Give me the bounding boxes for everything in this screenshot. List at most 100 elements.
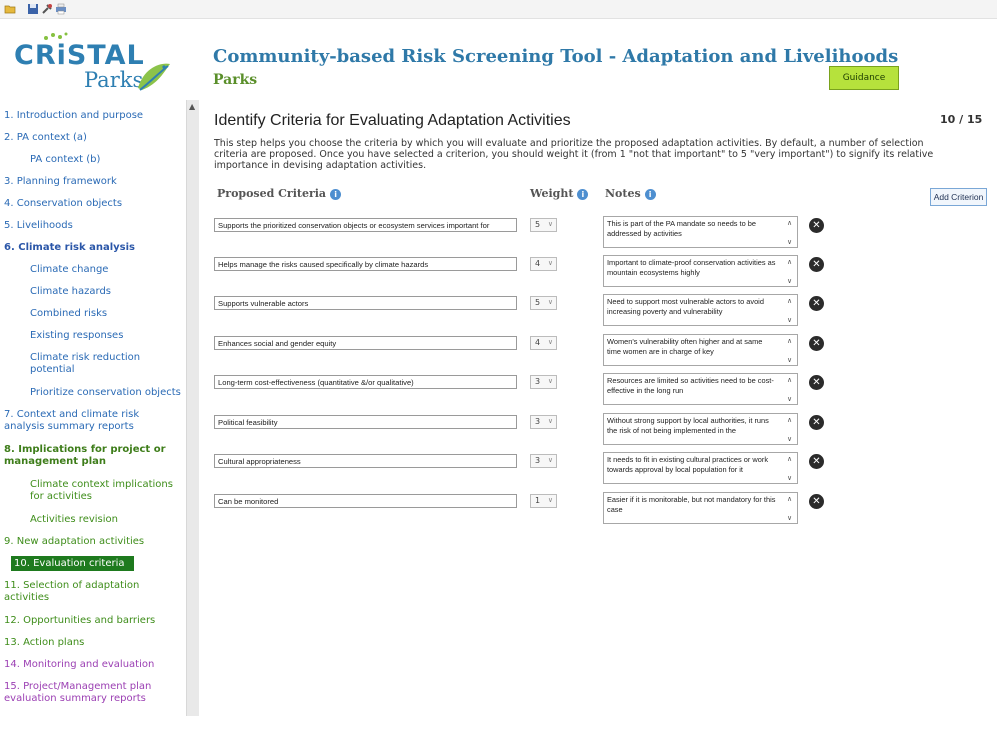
scroll-down-icon[interactable]: ∨ (787, 514, 792, 522)
scroll-down-icon[interactable]: ∨ (787, 238, 792, 246)
criterion-input[interactable]: Political feasibility (214, 415, 517, 429)
sidebar-item-implications[interactable]: 8. Implications for project or managemen… (4, 444, 169, 468)
sidebar-item-climate-change[interactable]: Climate change (30, 264, 108, 276)
weight-select[interactable]: 5 ∨ (530, 218, 557, 232)
scroll-down-icon[interactable]: ∨ (787, 395, 792, 403)
sidebar-item-new-adaptation[interactable]: 9. New adaptation activities (4, 536, 144, 548)
sidebar-item-context-summary[interactable]: 7. Context and climate risk analysis sum… (4, 409, 169, 433)
info-icon[interactable]: i (330, 188, 342, 200)
sidebar-item-prioritize-conservation[interactable]: Prioritize conservation objects (30, 387, 181, 399)
info-icon[interactable]: i (644, 188, 656, 200)
weight-select[interactable]: 3 ∨ (530, 415, 557, 429)
note-scrollbar[interactable]: ∧ ∨ (786, 296, 796, 324)
sidebar-item-introduction[interactable]: 1. Introduction and purpose (4, 110, 143, 122)
criterion-input[interactable]: Supports the prioritized conservation ob… (214, 218, 517, 232)
note-textarea[interactable]: Resources are limited so activities need… (603, 373, 798, 405)
sidebar-item-combined-risks[interactable]: Combined risks (30, 308, 107, 320)
note-textarea[interactable]: This is part of the PA mandate so needs … (603, 216, 798, 248)
sidebar-item-evaluation-criteria[interactable]: 10. Evaluation criteria (11, 556, 134, 571)
info-icon[interactable]: i (577, 188, 589, 200)
note-text: Resources are limited so activities need… (607, 376, 774, 395)
note-textarea[interactable]: Easier if it is monitorable, but not man… (603, 492, 798, 524)
note-textarea[interactable]: Women's vulnerability often higher and a… (603, 334, 798, 366)
sidebar-item-action-plans[interactable]: 13. Action plans (4, 637, 84, 649)
note-textarea[interactable]: Without strong support by local authorit… (603, 413, 798, 445)
scroll-down-icon[interactable]: ∨ (787, 316, 792, 324)
scroll-down-icon[interactable]: ∨ (787, 474, 792, 482)
print-icon[interactable] (55, 3, 67, 15)
note-textarea[interactable]: Important to climate-proof conservation … (603, 255, 798, 287)
scroll-up-icon[interactable]: ∧ (787, 455, 792, 463)
criterion-input[interactable]: Enhances social and gender equity (214, 336, 517, 350)
weight-select[interactable]: 4 ∨ (530, 257, 557, 271)
save-icon[interactable] (27, 3, 39, 15)
note-scrollbar[interactable]: ∧ ∨ (786, 415, 796, 443)
scroll-up-icon[interactable]: ∧ (787, 258, 792, 266)
sidebar-item-pa-context-b[interactable]: PA context (b) (30, 154, 100, 166)
sidebar-item-climate-risk-reduction[interactable]: Climate risk reduction potential (30, 352, 170, 376)
note-scrollbar[interactable]: ∧ ∨ (786, 218, 796, 246)
app-subtitle: Parks (213, 72, 258, 88)
delete-criterion-button[interactable]: ✕ (809, 454, 824, 469)
weight-select[interactable]: 4 ∨ (530, 336, 557, 350)
sidebar-item-conservation-objects[interactable]: 4. Conservation objects (4, 198, 122, 210)
delete-criterion-button[interactable]: ✕ (809, 494, 824, 509)
delete-criterion-button[interactable]: ✕ (809, 218, 824, 233)
sidebar-item-existing-responses[interactable]: Existing responses (30, 330, 123, 342)
tools-icon[interactable] (41, 3, 53, 15)
intro-text: This step helps you choose the criteria … (214, 138, 934, 171)
sidebar-item-climate-context-implications[interactable]: Climate context implications for activit… (30, 479, 180, 503)
toolbar (0, 0, 997, 19)
scroll-up-icon[interactable]: ∧ (787, 376, 792, 384)
weight-select[interactable]: 1 ∨ (530, 494, 557, 508)
note-scrollbar[interactable]: ∧ ∨ (786, 257, 796, 285)
scroll-up-arrow-icon[interactable]: ▲ (189, 102, 195, 111)
sidebar-item-planning-framework[interactable]: 3. Planning framework (4, 176, 117, 188)
note-scrollbar[interactable]: ∧ ∨ (786, 494, 796, 522)
delete-criterion-button[interactable]: ✕ (809, 296, 824, 311)
sidebar-item-monitoring[interactable]: 14. Monitoring and evaluation (4, 659, 154, 671)
sidebar-scrollbar[interactable]: ▲ (186, 100, 199, 716)
scroll-up-icon[interactable]: ∧ (787, 416, 792, 424)
scroll-up-icon[interactable]: ∧ (787, 337, 792, 345)
delete-criterion-button[interactable]: ✕ (809, 415, 824, 430)
scroll-down-icon[interactable]: ∨ (787, 356, 792, 364)
criterion-input[interactable]: Cultural appropriateness (214, 454, 517, 468)
scroll-down-icon[interactable]: ∨ (787, 277, 792, 285)
note-textarea[interactable]: It needs to fit in existing cultural pra… (603, 452, 798, 484)
delete-criterion-button[interactable]: ✕ (809, 257, 824, 272)
note-text: Easier if it is monitorable, but not man… (607, 495, 776, 514)
sidebar-item-selection[interactable]: 11. Selection of adaptation activities (4, 580, 174, 604)
note-textarea[interactable]: Need to support most vulnerable actors t… (603, 294, 798, 326)
weight-value: 4 (535, 259, 541, 268)
open-folder-icon[interactable] (4, 3, 16, 15)
sidebar-item-pa-context-a[interactable]: 2. PA context (a) (4, 132, 87, 144)
scroll-up-icon[interactable]: ∧ (787, 297, 792, 305)
sidebar-item-climate-risk-analysis[interactable]: 6. Climate risk analysis (4, 242, 135, 254)
weight-select[interactable]: 5 ∨ (530, 296, 557, 310)
criterion-input[interactable]: Supports vulnerable actors (214, 296, 517, 310)
scroll-up-icon[interactable]: ∧ (787, 495, 792, 503)
criterion-input[interactable]: Can be monitored (214, 494, 517, 508)
sidebar-item-climate-hazards[interactable]: Climate hazards (30, 286, 111, 298)
sidebar-item-project-summary[interactable]: 15. Project/Management plan evaluation s… (4, 681, 174, 705)
criterion-input[interactable]: Helps manage the risks caused specifical… (214, 257, 517, 271)
delete-criterion-button[interactable]: ✕ (809, 375, 824, 390)
guidance-button[interactable]: Guidance (829, 66, 899, 90)
criterion-input[interactable]: Long-term cost-effectiveness (quantitati… (214, 375, 517, 389)
weight-select[interactable]: 3 ∨ (530, 375, 557, 389)
note-scrollbar[interactable]: ∧ ∨ (786, 375, 796, 403)
sidebar-item-livelihoods[interactable]: 5. Livelihoods (4, 220, 73, 232)
weight-select[interactable]: 3 ∨ (530, 454, 557, 468)
scroll-down-icon[interactable]: ∨ (787, 435, 792, 443)
note-scrollbar[interactable]: ∧ ∨ (786, 336, 796, 364)
scroll-up-icon[interactable]: ∧ (787, 219, 792, 227)
note-text: Without strong support by local authorit… (607, 416, 769, 435)
add-criterion-button[interactable]: Add Criterion (930, 188, 987, 206)
delete-criterion-button[interactable]: ✕ (809, 336, 824, 351)
sidebar-item-opportunities[interactable]: 12. Opportunities and barriers (4, 615, 155, 627)
sidebar-item-activities-revision[interactable]: Activities revision (30, 514, 118, 526)
note-scrollbar[interactable]: ∧ ∨ (786, 454, 796, 482)
note-text: Need to support most vulnerable actors t… (607, 297, 764, 316)
note-text: It needs to fit in existing cultural pra… (607, 455, 769, 474)
